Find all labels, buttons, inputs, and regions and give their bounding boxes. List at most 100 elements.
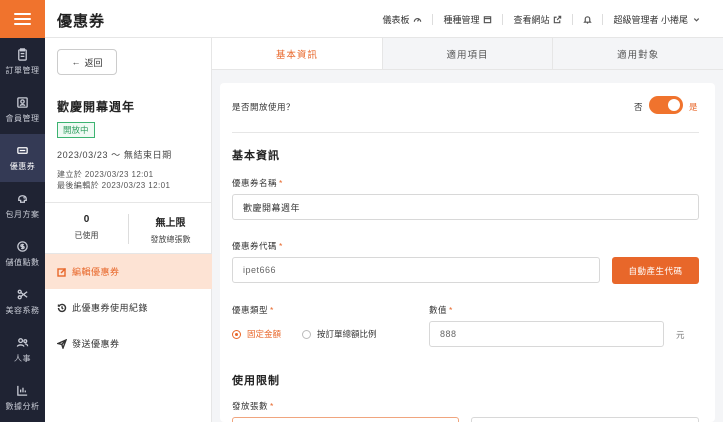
divider bbox=[45, 202, 212, 203]
dollar-icon bbox=[17, 241, 28, 252]
sidebar-item-label: 數據分析 bbox=[5, 402, 40, 411]
type-label: 優惠類型 * bbox=[232, 304, 274, 316]
coupon-form: 是否開放使用？ 否 是 基本資訊 優惠券名稱 * 歡慶開幕週年 優惠券代碼 * ip… bbox=[220, 83, 715, 422]
used-count-value: 0 bbox=[83, 214, 90, 225]
open-question-label: 是否開放使用？ bbox=[232, 102, 296, 112]
type-fixed-label: 固定金額 bbox=[247, 329, 282, 339]
toggle-knob bbox=[668, 99, 680, 111]
usage-history-action[interactable]: 此優惠券使用紀錄 bbox=[45, 290, 212, 325]
amount-label-text: 數值 bbox=[429, 305, 448, 315]
back-button-label: 返回 bbox=[84, 57, 103, 68]
auto-generate-code-button[interactable]: 自動產生代碼 bbox=[612, 257, 699, 284]
notification-button[interactable] bbox=[572, 13, 602, 25]
user-menu[interactable]: 超級管理者 小捲尾 bbox=[602, 13, 711, 25]
sidebar-item-label: 會員管理 bbox=[5, 114, 40, 123]
history-icon bbox=[57, 303, 67, 312]
total-issued-value: 無上限 bbox=[155, 218, 186, 229]
top-bar: 優惠券 儀表板 種種管理 查看網站 超級管理者 小捲尾 bbox=[45, 0, 723, 38]
required-mark: * bbox=[279, 178, 283, 188]
top-links: 儀表板 種種管理 查看網站 超級管理者 小捲尾 bbox=[372, 0, 711, 38]
edited-time: 最後編輯於 2023/03/23 12:01 bbox=[57, 181, 171, 190]
manage-link[interactable]: 種種管理 bbox=[432, 13, 502, 25]
ticket-icon bbox=[17, 147, 28, 154]
sidebar-item-monthly-plan[interactable]: 包月方案 bbox=[0, 182, 45, 230]
page-title: 優惠券 bbox=[57, 13, 106, 30]
dashboard-icon bbox=[414, 17, 422, 22]
sidebar: 訂單管理 會員管理 優惠券 包月方案 儲值點數 美容系務 人事 數據分析 bbox=[0, 0, 45, 422]
sidebar-item-points[interactable]: 儲值點數 bbox=[0, 230, 45, 278]
sidebar-item-label: 美容系務 bbox=[5, 306, 40, 315]
sidebar-item-label: 包月方案 bbox=[5, 210, 40, 219]
id-card-icon bbox=[17, 97, 28, 108]
radio-dot bbox=[232, 329, 241, 339]
sidebar-item-label: 優惠券 bbox=[9, 162, 36, 171]
date-range: 2023/03/23 ～ 無結束日期 bbox=[57, 150, 172, 160]
required-mark: * bbox=[449, 305, 453, 315]
send-icon bbox=[57, 338, 67, 349]
back-button[interactable]: ← 返回 bbox=[57, 49, 117, 75]
issue-count-input[interactable] bbox=[471, 417, 699, 422]
sidebar-item-hr[interactable]: 人事 bbox=[0, 326, 45, 374]
edit-icon bbox=[57, 267, 66, 277]
send-coupon-action[interactable]: 發送優惠券 bbox=[45, 326, 212, 361]
coupon-info-panel: ← 返回 歡慶開幕週年 開放中 2023/03/23 ～ 無結束日期 建立於 2… bbox=[45, 38, 212, 422]
piggy-bank-icon bbox=[18, 195, 27, 203]
required-mark: * bbox=[270, 305, 274, 315]
sidebar-item-orders[interactable]: 訂單管理 bbox=[0, 38, 45, 86]
arrow-left-icon: ← bbox=[71, 57, 81, 67]
total-issued-stat: 無上限 發放總張數 bbox=[129, 214, 212, 245]
manage-link-label: 種種管理 bbox=[443, 14, 480, 25]
tab-bar: 基本資訊 適用項目 適用對象 bbox=[212, 38, 723, 70]
chevron-down-icon bbox=[693, 17, 700, 22]
radio-dot bbox=[302, 329, 311, 339]
sidebar-item-analytics[interactable]: 數據分析 bbox=[0, 374, 45, 422]
type-fixed-radio[interactable]: 固定金額 bbox=[232, 328, 281, 340]
type-percentage-radio[interactable]: 按訂單總額比例 bbox=[302, 328, 377, 340]
name-label-text: 優惠券名稱 bbox=[232, 178, 278, 188]
total-issued-label: 發放總張數 bbox=[150, 235, 191, 244]
tab-applicable-items[interactable]: 適用項目 bbox=[383, 38, 554, 69]
scissors-icon bbox=[17, 289, 28, 300]
basic-section-title: 基本資訊 bbox=[232, 150, 280, 162]
view-site-link[interactable]: 查看網站 bbox=[502, 13, 572, 25]
sidebar-item-label: 儲值點數 bbox=[5, 258, 40, 267]
divider bbox=[232, 132, 699, 133]
sidebar-item-members[interactable]: 會員管理 bbox=[0, 86, 45, 134]
created-time: 建立於 2023/03/23 12:01 bbox=[57, 170, 154, 179]
open-toggle[interactable] bbox=[649, 96, 683, 114]
chart-icon bbox=[17, 385, 28, 396]
dashboard-link[interactable]: 儀表板 bbox=[372, 14, 432, 25]
sidebar-item-label: 人事 bbox=[14, 354, 31, 363]
used-count-stat: 0 已使用 bbox=[45, 214, 128, 241]
amount-input[interactable]: 888 bbox=[429, 321, 664, 347]
usage-history-label: 此優惠券使用紀錄 bbox=[72, 303, 149, 313]
type-label-text: 優惠類型 bbox=[232, 305, 269, 315]
limit-section-title: 使用限制 bbox=[232, 375, 280, 387]
tab-basic-info[interactable]: 基本資訊 bbox=[212, 38, 383, 69]
amount-unit: 元 bbox=[676, 330, 686, 340]
issue-label: 發放張數 * bbox=[232, 400, 274, 412]
type-percentage-label: 按訂單總額比例 bbox=[317, 329, 377, 339]
hamburger-icon bbox=[14, 10, 31, 28]
coupon-name-input[interactable]: 歡慶開幕週年 bbox=[232, 194, 699, 220]
sidebar-item-grooming[interactable]: 美容系務 bbox=[0, 278, 45, 326]
coupon-name: 歡慶開幕週年 bbox=[57, 100, 136, 114]
external-link-icon bbox=[554, 15, 562, 23]
toggle-off-label: 否 bbox=[634, 102, 644, 112]
amount-label: 數值 * bbox=[429, 304, 453, 316]
edit-coupon-action[interactable]: 編輯優惠券 bbox=[45, 254, 212, 289]
bell-icon bbox=[583, 15, 593, 24]
code-label-text: 優惠券代碼 bbox=[232, 241, 278, 251]
toggle-on-label: 是 bbox=[689, 102, 699, 112]
tab-applicable-targets[interactable]: 適用對象 bbox=[553, 38, 723, 69]
name-label: 優惠券名稱 * bbox=[232, 177, 283, 189]
coupon-code-input[interactable]: ipet666 bbox=[232, 257, 600, 283]
required-mark: * bbox=[279, 241, 283, 251]
code-label: 優惠券代碼 * bbox=[232, 240, 283, 252]
status-badge: 開放中 bbox=[57, 122, 95, 138]
required-mark: * bbox=[270, 401, 274, 411]
hamburger-menu-button[interactable] bbox=[0, 0, 45, 38]
issue-mode-select[interactable] bbox=[232, 417, 459, 422]
sidebar-item-coupons[interactable]: 優惠券 bbox=[0, 134, 45, 182]
sidebar-item-label: 訂單管理 bbox=[5, 66, 40, 75]
